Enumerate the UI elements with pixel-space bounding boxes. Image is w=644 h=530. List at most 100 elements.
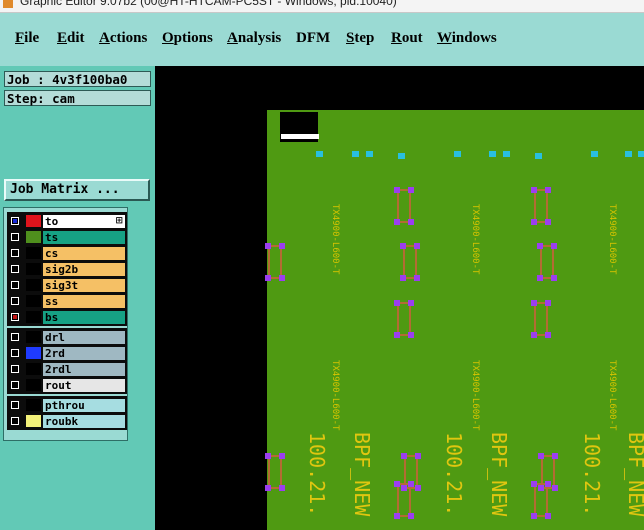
layer-checkbox[interactable]	[11, 233, 19, 241]
layer-row-sig2b[interactable]: sig2b	[7, 262, 127, 276]
layer-color-swatch[interactable]	[26, 415, 41, 427]
layer-name[interactable]: 2rdl	[43, 363, 125, 376]
silkscreen-part-number: TX4900-L600-T	[470, 360, 480, 431]
layer-checkbox[interactable]	[11, 313, 19, 321]
layer-row-sig3t[interactable]: sig3t	[7, 278, 127, 292]
layer-color-swatch[interactable]	[26, 247, 41, 259]
menu-step[interactable]: Step	[346, 30, 374, 47]
job-matrix-button[interactable]: Job Matrix ...	[4, 179, 150, 201]
menu-analysis[interactable]: Analysis	[227, 30, 281, 47]
layer-checkbox[interactable]	[11, 249, 19, 257]
silkscreen-part-number: TX4900-L600-T	[330, 360, 340, 431]
smd-pad	[316, 151, 323, 157]
layer-color-swatch[interactable]	[26, 331, 41, 343]
job-name: Job : 4v3f100ba0	[4, 71, 151, 87]
layer-checkbox[interactable]	[11, 297, 19, 305]
layer-color-swatch[interactable]	[26, 295, 41, 307]
silkscreen-part-number: TX4900-L600-T	[470, 204, 480, 275]
menu-dfm[interactable]: DFM	[296, 30, 330, 47]
layer-row-2rd[interactable]: 2rd	[7, 346, 127, 360]
smd-pad	[638, 151, 644, 157]
via-pad	[531, 332, 537, 338]
layer-row-pthrou[interactable]: pthrou	[7, 398, 127, 412]
silkscreen-board-number: 100.21.	[305, 432, 329, 516]
via-pad	[551, 275, 557, 281]
layer-row-roubk[interactable]: roubk	[7, 414, 127, 428]
menu-mnemonic: F	[15, 30, 25, 46]
menu-options[interactable]: Options	[162, 30, 213, 47]
via-pad	[552, 485, 558, 491]
pcb-board-view[interactable]: TX4900-L600-T TX4900-L600-T TX4900-L600-T T…	[155, 66, 644, 530]
left-panel: Job : 4v3f100ba0 Step: cam Job Matrix ..…	[0, 66, 155, 530]
via-pad	[531, 513, 537, 519]
via-pad	[531, 481, 537, 487]
layer-name[interactable]: ss	[43, 295, 125, 308]
step-name: Step: cam	[4, 90, 151, 106]
layer-color-swatch[interactable]	[26, 263, 41, 275]
via-pad	[545, 300, 551, 306]
layer-name[interactable]: 2rd	[43, 347, 125, 360]
layer-checkbox[interactable]	[11, 265, 19, 273]
layer-name[interactable]: bs	[43, 311, 125, 324]
layer-row-drl[interactable]: drl	[7, 330, 127, 344]
via-pad	[265, 243, 271, 249]
layer-name[interactable]: cs	[43, 247, 125, 260]
via-pad	[279, 453, 285, 459]
silkscreen-part-number: TX4900-L600-T	[330, 204, 340, 275]
layer-row-ts[interactable]: ts	[7, 230, 127, 244]
layer-color-swatch[interactable]	[26, 311, 41, 323]
menu-label: out	[401, 30, 423, 46]
layer-checkbox[interactable]	[11, 365, 19, 373]
via-pad	[531, 219, 537, 225]
layer-checkbox[interactable]	[11, 281, 19, 289]
menu-file[interactable]: File	[15, 30, 39, 47]
layer-checkbox[interactable]	[11, 349, 19, 357]
layer-color-swatch[interactable]	[26, 347, 41, 359]
layer-color-swatch[interactable]	[26, 363, 41, 375]
smd-pad	[352, 151, 359, 157]
layer-name[interactable]: pthrou	[43, 399, 125, 412]
layer-name[interactable]: rout	[43, 379, 125, 392]
via-pad	[545, 481, 551, 487]
layer-color-swatch[interactable]	[26, 399, 41, 411]
layer-checkbox[interactable]	[11, 401, 19, 409]
silkscreen-board-name: BPF_NEW	[350, 432, 374, 517]
via-pad	[545, 187, 551, 193]
via-pad	[400, 243, 406, 249]
layer-color-swatch[interactable]	[26, 231, 41, 243]
smd-pad	[366, 151, 373, 157]
layer-name[interactable]: to ⊞	[43, 215, 125, 228]
layer-name[interactable]: drl	[43, 331, 125, 344]
layer-row-bs[interactable]: bs	[7, 310, 127, 324]
layer-color-swatch[interactable]	[26, 379, 41, 391]
smd-pad	[503, 151, 510, 157]
layer-checkbox[interactable]	[11, 417, 19, 425]
silkscreen-part-number: TX4900-L600-T	[607, 360, 617, 431]
menu-actions[interactable]: Actions	[99, 30, 147, 47]
via-pad	[408, 481, 414, 487]
layer-row-ss[interactable]: ss	[7, 294, 127, 308]
layer-row-2rdl[interactable]: 2rdl	[7, 362, 127, 376]
layer-group-route: pthrou roubk	[7, 396, 127, 430]
via-pad	[545, 513, 551, 519]
layer-expand-icon[interactable]: ⊞	[115, 215, 123, 228]
menu-edit[interactable]: Edit	[57, 30, 85, 47]
layer-name[interactable]: sig3t	[43, 279, 125, 292]
layer-name[interactable]: sig2b	[43, 263, 125, 276]
layer-name[interactable]: roubk	[43, 415, 125, 428]
menu-windows[interactable]: Windows	[437, 30, 497, 47]
layer-color-swatch[interactable]	[26, 279, 41, 291]
layer-name[interactable]: ts	[43, 231, 125, 244]
layer-row-cs[interactable]: cs	[7, 246, 127, 260]
layer-row-to[interactable]: to ⊞	[7, 214, 127, 228]
menu-rout[interactable]: Rout	[391, 30, 423, 47]
graphic-canvas[interactable]: TX4900-L600-T TX4900-L600-T TX4900-L600-T T…	[155, 66, 644, 530]
smd-pad	[591, 151, 598, 157]
via-pad	[265, 453, 271, 459]
layer-row-rout[interactable]: rout	[7, 378, 127, 392]
layer-checkbox[interactable]	[11, 381, 19, 389]
layer-checkbox[interactable]	[11, 217, 19, 225]
layer-color-swatch[interactable]	[26, 215, 41, 227]
via-pad	[265, 275, 271, 281]
layer-checkbox[interactable]	[11, 333, 19, 341]
